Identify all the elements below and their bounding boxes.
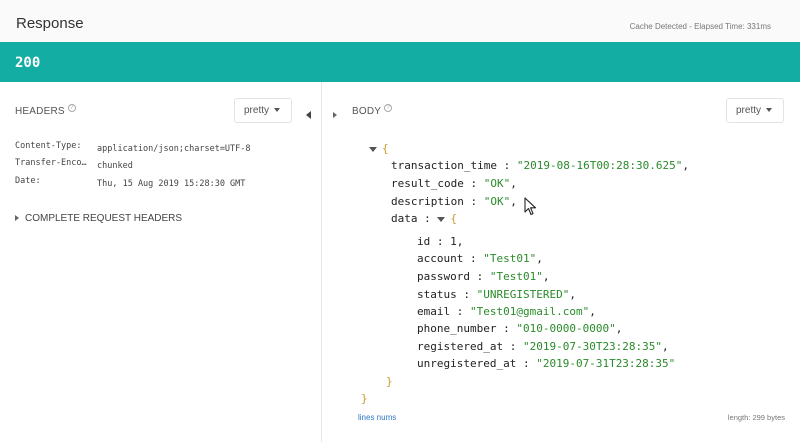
json-brace: {	[450, 212, 457, 225]
body-label: BODY?	[352, 104, 393, 117]
header-key: Date:	[15, 176, 41, 186]
json-key: registered_at	[417, 340, 504, 353]
headers-format-select[interactable]: pretty	[234, 98, 292, 123]
lines-nums-link[interactable]: lines nums	[358, 413, 396, 422]
json-row: registered_at : "2019-07-30T23:28:35",	[417, 340, 669, 353]
json-root-open: {	[369, 142, 389, 155]
json-value: "010-0000-0000"	[516, 322, 616, 335]
json-value: "OK"	[483, 177, 511, 190]
header-value: application/json;charset=UTF-8	[97, 144, 251, 154]
chevron-down-icon	[274, 108, 281, 113]
json-brace: }	[361, 392, 368, 405]
body-format-value: pretty	[736, 105, 762, 116]
json-key: account	[417, 252, 464, 265]
header-key: Content-Type:	[15, 141, 82, 151]
header-row: Transfer-Enco… chunked	[15, 158, 133, 171]
json-row: phone_number : "010-0000-0000",	[417, 322, 623, 335]
json-row: unregistered_at : "2019-07-31T23:28:35"	[417, 357, 676, 370]
json-key: transaction_time	[391, 159, 497, 172]
body-label-text: BODY	[352, 106, 382, 117]
json-key: status	[417, 288, 457, 301]
json-value: "2019-07-30T23:28:35"	[522, 340, 663, 353]
json-key: password	[417, 270, 470, 283]
headers-panel: HEADERS? pretty Content-Type: application…	[0, 82, 320, 442]
complete-request-headers-label: COMPLETE REQUEST HEADERS	[25, 213, 183, 224]
json-row: account : "Test01",	[417, 252, 543, 265]
headers-format-value: pretty	[244, 105, 270, 116]
body-format-select[interactable]: pretty	[726, 98, 784, 123]
help-icon[interactable]: ?	[384, 104, 393, 112]
json-key: description	[391, 195, 464, 208]
header-row: Date: Thu, 15 Aug 2019 15:28:30 GMT	[15, 176, 245, 189]
collapse-left-icon[interactable]	[306, 106, 311, 124]
help-icon[interactable]: ?	[67, 104, 76, 112]
headers-label-text: HEADERS	[15, 106, 65, 117]
json-brace: }	[386, 375, 393, 388]
json-brace: {	[382, 142, 389, 155]
json-row: id : 1,	[417, 235, 464, 248]
json-value: "Test01"	[489, 270, 543, 283]
json-row: data : {	[391, 212, 457, 225]
json-value: 1	[450, 235, 457, 248]
json-row: transaction_time : "2019-08-16T00:28:30.…	[391, 159, 690, 172]
status-bar: 200	[0, 42, 800, 82]
json-value: "Test01@gmail.com"	[470, 305, 590, 318]
json-row: description : "OK",	[391, 195, 517, 208]
caret-down-icon[interactable]	[369, 147, 377, 152]
json-root-close: }	[361, 392, 368, 405]
status-code: 200	[15, 55, 41, 71]
chevron-right-icon	[15, 215, 19, 222]
headers-label: HEADERS?	[15, 104, 76, 117]
json-key: phone_number	[417, 322, 497, 335]
mouse-cursor-icon	[524, 197, 537, 216]
json-key: email	[417, 305, 451, 318]
body-panel: BODY? pretty { transaction_time : "2019-…	[322, 82, 800, 442]
json-row: password : "Test01",	[417, 270, 550, 283]
json-row: result_code : "OK",	[391, 177, 517, 190]
header-value: chunked	[97, 161, 133, 171]
complete-request-headers-toggle[interactable]: COMPLETE REQUEST HEADERS	[15, 213, 182, 224]
caret-down-icon[interactable]	[437, 217, 446, 222]
json-row: email : "Test01@gmail.com",	[417, 305, 596, 318]
header-key: Transfer-Enco…	[15, 158, 87, 168]
json-key: unregistered_at	[417, 357, 517, 370]
json-key: result_code	[391, 177, 464, 190]
body-length: length: 299 bytes	[727, 413, 785, 422]
cache-status-text: Cache Detected - Elapsed Time: 331ms	[629, 22, 771, 31]
json-row: status : "UNREGISTERED",	[417, 288, 576, 301]
json-value: "Test01"	[483, 252, 537, 265]
header-value: Thu, 15 Aug 2019 15:28:30 GMT	[97, 179, 246, 189]
response-header: Response Cache Detected - Elapsed Time: …	[0, 0, 800, 42]
json-data-close: }	[386, 375, 393, 388]
json-value: "OK"	[483, 195, 511, 208]
header-row: Content-Type: application/json;charset=UT…	[15, 141, 251, 154]
chevron-down-icon	[766, 108, 773, 113]
json-value: "2019-08-16T00:28:30.625"	[516, 159, 683, 172]
response-title: Response	[16, 15, 84, 32]
json-value: "UNREGISTERED"	[476, 288, 570, 301]
json-key: data	[391, 212, 418, 225]
json-key: id	[417, 235, 431, 248]
json-value: "2019-07-31T23:28:35"	[536, 357, 676, 370]
expand-right-icon[interactable]	[333, 106, 343, 124]
